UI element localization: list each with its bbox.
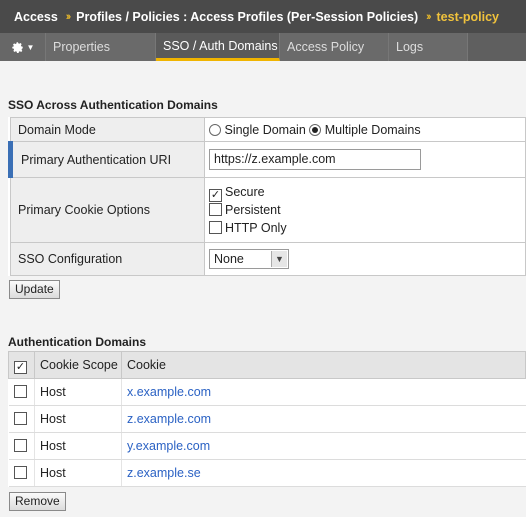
sso-settings-table: Domain Mode Single Domain Multiple Domai… (8, 117, 526, 276)
chevron-down-icon[interactable]: ▼ (271, 251, 287, 267)
multiple-domains-radio[interactable] (309, 123, 322, 136)
breadcrumb-separator: ›› (426, 10, 432, 23)
tab-bar: ▼ Properties SSO / Auth Domains Access P… (0, 33, 526, 61)
domain-mode-options: Single Domain Multiple Domains (204, 117, 526, 142)
secure-label: Secure (225, 185, 265, 199)
persistent-label: Persistent (225, 203, 281, 217)
breadcrumb-current: test-policy (436, 9, 500, 24)
domain-mode-label: Domain Mode (10, 117, 205, 142)
row-checkbox[interactable] (13, 412, 27, 425)
cookie-options-label: Primary Cookie Options (10, 177, 205, 243)
cookie-scope-cell: Host (34, 459, 122, 487)
cookie-link[interactable]: y.example.com (121, 432, 526, 460)
primary-uri-label: Primary Authentication URI (8, 141, 205, 178)
table-row: Host x.example.com (8, 378, 526, 406)
column-header-cookie[interactable]: Cookie (121, 351, 526, 379)
cookie-link[interactable]: z.example.com (121, 405, 526, 433)
breadcrumb-item-access[interactable]: Access (14, 10, 58, 24)
select-all-header: ✓ (8, 351, 35, 379)
sso-config-value: None (214, 252, 244, 266)
cookie-link[interactable]: x.example.com (121, 378, 526, 406)
persistent-checkbox[interactable] (209, 203, 222, 216)
row-checkbox[interactable] (13, 385, 27, 398)
cookie-link[interactable]: z.example.se (121, 459, 526, 487)
sso-config-select[interactable]: None ▼ (209, 249, 289, 269)
remove-button[interactable]: Remove (9, 492, 66, 511)
table-row: Host z.example.se (8, 459, 526, 487)
breadcrumb-item-profiles[interactable]: Profiles / Policies : Access Profiles (P… (76, 10, 418, 24)
tab-sso-auth-domains[interactable]: SSO / Auth Domains (156, 33, 280, 61)
tab-access-policy[interactable]: Access Policy (280, 33, 389, 61)
secure-checkbox[interactable]: ✓ (209, 189, 222, 202)
http-only-checkbox[interactable] (209, 221, 222, 234)
section-title-auth-domains: Authentication Domains (8, 335, 147, 349)
breadcrumb: Access ›› Profiles / Policies : Access P… (0, 0, 526, 33)
select-all-checkbox[interactable]: ✓ (14, 360, 27, 374)
primary-uri-input[interactable]: https://z.example.com (209, 149, 421, 170)
cookie-options-group: ✓ Secure Persistent HTTP Only (204, 177, 526, 243)
gear-icon (11, 41, 23, 53)
row-checkbox[interactable] (13, 439, 27, 452)
multiple-domains-label[interactable]: Multiple Domains (325, 123, 421, 137)
settings-menu-button[interactable]: ▼ (0, 33, 46, 61)
cookie-scope-cell: Host (34, 405, 122, 433)
column-header-cookie-scope[interactable]: Cookie Scope (34, 351, 122, 379)
tab-logs[interactable]: Logs (389, 33, 468, 61)
section-title-sso: SSO Across Authentication Domains (8, 98, 218, 112)
update-button[interactable]: Update (9, 280, 60, 299)
http-only-label: HTTP Only (225, 221, 287, 235)
chevron-down-icon: ▼ (26, 42, 35, 52)
single-domain-label[interactable]: Single Domain (224, 123, 305, 137)
cookie-scope-cell: Host (34, 378, 122, 406)
single-domain-radio[interactable] (209, 123, 221, 136)
breadcrumb-separator: ›› (65, 10, 72, 23)
sso-config-label: SSO Configuration (10, 242, 205, 276)
table-row: Host z.example.com (8, 405, 526, 433)
cookie-scope-cell: Host (34, 432, 122, 460)
row-checkbox[interactable] (13, 466, 27, 479)
auth-domains-table: ✓ Cookie Scope Cookie Host x.example.com… (8, 351, 526, 487)
table-row: Host y.example.com (8, 432, 526, 460)
tab-properties[interactable]: Properties (46, 33, 156, 61)
